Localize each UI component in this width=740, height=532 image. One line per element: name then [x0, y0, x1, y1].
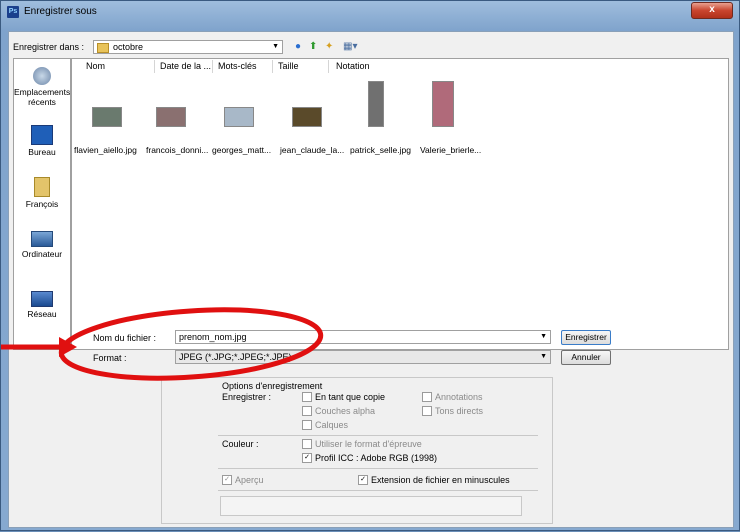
alpha-label: Couches alpha	[315, 406, 376, 416]
file-name[interactable]: patrick_selle.jpg	[350, 145, 411, 155]
computer-icon	[31, 231, 53, 247]
chevron-down-icon: ▼	[272, 43, 279, 50]
format-select[interactable]: JPEG (*.JPG;*.JPEG;*.JPE) ▼	[175, 350, 551, 364]
dialog-body: Enregistrer dans : octobre ▼ ● ⬆ ✦ ▦▾ Em…	[8, 31, 734, 528]
thumbnail-checkbox[interactable]: ✓ Aperçu	[222, 474, 264, 486]
options-title: Options d'enregistrement	[222, 381, 323, 391]
format-value: JPEG (*.JPG;*.JPEG;*.JPE)	[179, 352, 292, 362]
spot-checkbox[interactable]: Tons directs	[422, 405, 484, 417]
file-name[interactable]: flavien_aiello.jpg	[74, 145, 137, 155]
place-recent-label: Emplacements récents	[14, 87, 71, 107]
lowercase-checkbox[interactable]: ✓ Extension de fichier en minuscules	[358, 474, 510, 486]
file-thumbnail[interactable]	[156, 107, 186, 127]
layers-label: Calques	[315, 420, 349, 430]
save-button[interactable]: Enregistrer	[561, 330, 611, 345]
save-label: Enregistrer :	[222, 392, 272, 402]
folder-icon	[97, 42, 109, 53]
divider	[218, 468, 538, 469]
filename-input[interactable]: prenom_nom.jpg ▼	[175, 330, 551, 344]
column-date[interactable]: Date de la ...	[160, 61, 211, 71]
column-separator	[154, 60, 155, 73]
save-as-dialog: Ps Enregistrer sous x Enregistrer dans :…	[0, 0, 740, 531]
place-recent[interactable]: Emplacements récents	[14, 67, 70, 107]
checkbox-icon	[422, 405, 432, 416]
checkbox-icon	[302, 419, 312, 430]
icc-checkbox[interactable]: ✓ Profil ICC : Adobe RGB (1998)	[302, 452, 438, 464]
save-in-folder: octobre	[113, 42, 144, 52]
filename-label: Nom du fichier :	[93, 333, 157, 343]
checkbox-icon	[302, 405, 312, 416]
place-network-label: Réseau	[27, 309, 57, 319]
column-separator	[212, 60, 213, 73]
file-name[interactable]: Valerie_brierle...	[420, 145, 481, 155]
column-name[interactable]: Nom	[86, 61, 105, 71]
as-copy-label: En tant que copie	[315, 392, 386, 402]
format-label: Format :	[93, 353, 127, 363]
divider	[218, 490, 538, 491]
checkmark-icon: ✓	[358, 474, 368, 485]
file-thumbnail[interactable]	[292, 107, 322, 127]
chevron-down-icon: ▼	[540, 333, 547, 340]
recent-places-icon	[33, 67, 51, 85]
checkbox-icon	[302, 438, 312, 449]
file-name[interactable]: francois_donni...	[146, 145, 208, 155]
divider	[218, 435, 538, 436]
view-menu-icon[interactable]: ▦▾	[343, 41, 357, 52]
network-icon	[31, 291, 53, 307]
back-icon[interactable]: ●	[295, 41, 301, 52]
icc-label: Profil ICC : Adobe RGB (1998)	[315, 453, 438, 463]
place-computer[interactable]: Ordinateur	[14, 231, 70, 259]
lowercase-label: Extension de fichier en minuscules	[371, 475, 510, 485]
warning-box	[220, 496, 522, 516]
checkmark-icon: ✓	[222, 474, 232, 485]
thumbnail-label: Aperçu	[235, 475, 264, 485]
save-options-panel: Options d'enregistrement Enregistrer : E…	[161, 377, 553, 524]
places-bar: Emplacements récents Bureau François Ord…	[13, 58, 71, 350]
checkbox-icon	[302, 391, 312, 402]
window-title: Enregistrer sous	[24, 6, 97, 17]
file-list: Nom Date de la ... Mots-clés Taille Nota…	[71, 58, 729, 350]
file-thumbnail[interactable]	[432, 81, 454, 127]
file-name[interactable]: georges_matt...	[212, 145, 271, 155]
annotations-checkbox[interactable]: Annotations	[422, 391, 483, 403]
place-user[interactable]: François	[14, 177, 70, 209]
annotations-label: Annotations	[435, 392, 483, 402]
column-keywords[interactable]: Mots-clés	[218, 61, 257, 71]
place-desktop[interactable]: Bureau	[14, 125, 70, 157]
checkbox-icon	[422, 391, 432, 402]
photoshop-icon: Ps	[7, 6, 19, 18]
filename-value: prenom_nom.jpg	[179, 332, 247, 342]
close-button[interactable]: x	[691, 2, 733, 19]
color-label: Couleur :	[222, 439, 259, 449]
place-desktop-label: Bureau	[28, 147, 56, 157]
place-computer-label: Ordinateur	[21, 249, 63, 259]
save-in-combo[interactable]: octobre ▼	[93, 40, 283, 54]
alpha-checkbox[interactable]: Couches alpha	[302, 405, 376, 417]
chevron-down-icon: ▼	[540, 353, 547, 360]
file-thumbnail[interactable]	[224, 107, 254, 127]
column-rating[interactable]: Notation	[336, 61, 370, 71]
layers-checkbox[interactable]: Calques	[302, 419, 349, 431]
column-size[interactable]: Taille	[278, 61, 299, 71]
column-separator	[272, 60, 273, 73]
place-user-label: François	[25, 199, 59, 209]
file-name[interactable]: jean_claude_la...	[280, 145, 344, 155]
file-thumbnail[interactable]	[92, 107, 122, 127]
proof-label: Utiliser le format d'épreuve	[315, 439, 422, 449]
user-folder-icon	[34, 177, 50, 197]
title-bar[interactable]: Ps Enregistrer sous x	[1, 1, 739, 23]
spot-label: Tons directs	[435, 406, 484, 416]
save-in-label: Enregistrer dans :	[13, 42, 85, 52]
desktop-icon	[31, 125, 53, 145]
place-network[interactable]: Réseau	[14, 291, 70, 319]
proof-checkbox[interactable]: Utiliser le format d'épreuve	[302, 438, 422, 450]
as-copy-checkbox[interactable]: En tant que copie	[302, 391, 386, 403]
checkmark-icon: ✓	[302, 452, 312, 463]
new-folder-icon[interactable]: ✦	[325, 41, 333, 52]
column-separator	[328, 60, 329, 73]
file-thumbnail[interactable]	[368, 81, 384, 127]
cancel-button[interactable]: Annuler	[561, 350, 611, 365]
up-folder-icon[interactable]: ⬆	[309, 41, 317, 52]
